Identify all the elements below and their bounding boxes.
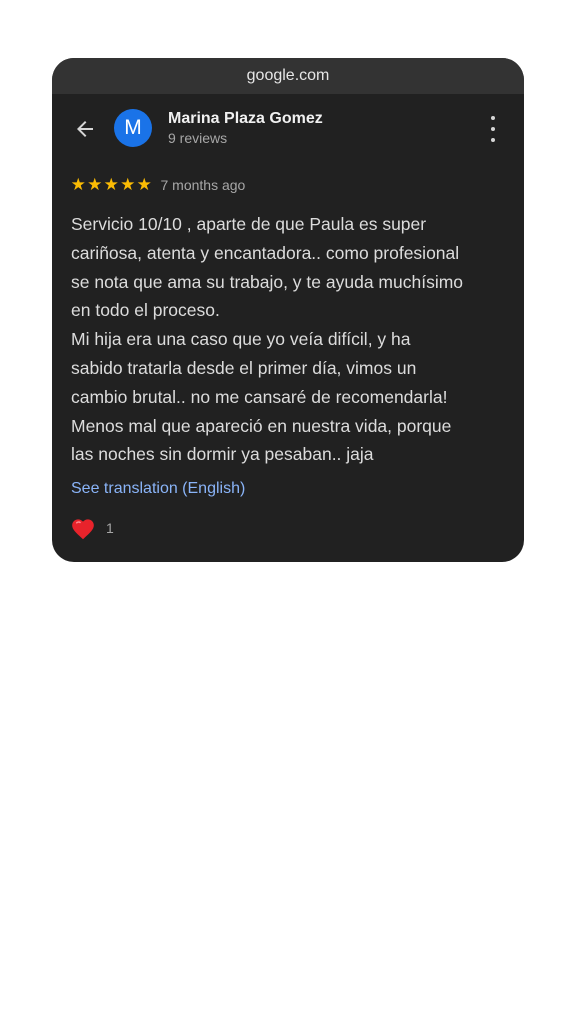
- see-translation-link[interactable]: See translation (English): [71, 480, 245, 498]
- review-text-line: en todo el proceso.: [71, 300, 220, 321]
- star-icon: ★: [120, 175, 136, 194]
- review-text-line: se nota que ama su trabajo, y te ayuda m…: [71, 271, 464, 292]
- review-header: M Marina Plaza Gomez 9 reviews: [52, 94, 524, 164]
- rating-row: ★ ★ ★ ★ ★ 7 months ago: [70, 176, 246, 193]
- back-button[interactable]: [72, 116, 98, 142]
- review-card: google.com M Marina Plaza Gomez 9 review…: [52, 58, 524, 562]
- star-rating: ★ ★ ★ ★ ★: [70, 176, 153, 193]
- star-icon: ★: [87, 175, 103, 194]
- review-text-line: las noches sin dormir ya pesaban.. jaja: [71, 444, 374, 465]
- url-text: google.com: [246, 67, 330, 84]
- reviewer-name[interactable]: Marina Plaza Gomez: [168, 110, 323, 128]
- review-text-line: cambio brutal.. no me cansaré de recomen…: [71, 386, 448, 407]
- more-options-button[interactable]: [484, 116, 502, 142]
- arrow-back-icon: [77, 121, 93, 137]
- avatar[interactable]: M: [114, 109, 152, 147]
- review-text-line: Menos mal que apareció en nuestra vida, …: [71, 415, 452, 436]
- review-text-line: Servicio 10/10 , aparte de que Paula es …: [71, 214, 427, 234]
- reaction-count: 1: [106, 520, 114, 536]
- review-text: Servicio 10/10 , aparte de que Paula es …: [71, 210, 515, 469]
- url-bar[interactable]: google.com: [52, 58, 524, 94]
- more-vert-icon-dot: [491, 138, 495, 142]
- review-text-line: sabido tratarla desde el primer día, vim…: [71, 357, 417, 378]
- review-text-line: cariñosa, atenta y encantadora.. como pr…: [71, 242, 460, 263]
- review-time: 7 months ago: [160, 176, 246, 193]
- star-icon: ★: [103, 175, 119, 194]
- heart-icon: [72, 519, 94, 540]
- more-vert-icon: [491, 116, 495, 120]
- star-icon: ★: [136, 175, 152, 194]
- avatar-letter: M: [124, 116, 142, 139]
- review-text-line: Mi hija era una caso que yo veía difícil…: [71, 329, 411, 350]
- star-icon: ★: [70, 175, 86, 194]
- more-vert-icon-dot: [491, 127, 495, 131]
- reaction-button[interactable]: 1: [70, 516, 114, 540]
- reviews-count: 9 reviews: [168, 130, 228, 146]
